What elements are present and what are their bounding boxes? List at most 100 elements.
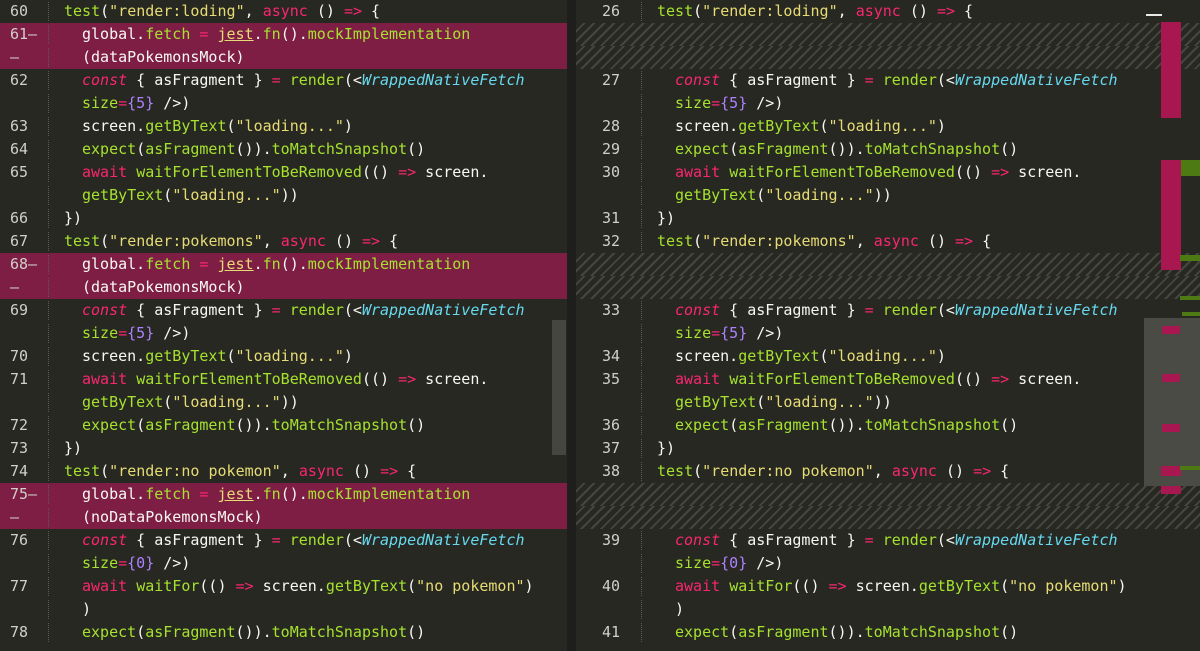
code-line[interactable]: size={5} />) [0,322,567,345]
keyword-token: = [118,324,128,342]
code-line[interactable]: 72 expect(asFragment()).toMatchSnapshot() [0,414,567,437]
code-line[interactable]: 77 await waitFor(() => screen.getByText("… [0,575,567,598]
code-line[interactable]: 74 test("render:no pokemon", async () => … [0,460,567,483]
function-token: getByText [325,577,408,595]
code-line[interactable]: size={0} />) [0,552,567,575]
code-text: screen.getByText("loading...") [82,345,353,368]
keyword-token: = [118,554,128,572]
code-line[interactable]: 60 test("render:loding", async () => { [0,0,567,23]
indent-guide [48,577,50,596]
plain-token: (() [954,163,992,181]
code-line[interactable]: 39 const { asFragment } = render(<Wrapped… [576,529,1200,552]
deleted-code-line[interactable]: — (noDataPokemonsMock) [0,506,567,529]
deleted-code-line[interactable]: 61— global.fetch = jest.fn().mockImplemen… [0,23,567,46]
plain-token: () [1000,416,1019,434]
empty-filler-line[interactable] [576,276,1200,299]
code-line[interactable]: 40 await waitFor(() => screen.getByText("… [576,575,1200,598]
code-line[interactable]: 62 const { asFragment } = render(<Wrapped… [0,69,567,92]
code-line[interactable]: getByText("loading...")) [576,184,1200,207]
code-line[interactable]: 35 await waitForElementToBeRemoved(() => … [576,368,1200,391]
diff-left-pane[interactable]: 60 test("render:loding", async () => {61—… [0,0,567,651]
function-token: mockImplementation [307,255,471,273]
code-line[interactable]: size={5} />) [576,322,1200,345]
empty-filler-line[interactable] [576,483,1200,506]
deleted-code-line[interactable]: — (dataPokemonsMock) [0,276,567,299]
code-line[interactable]: 36 expect(asFragment()).toMatchSnapshot() [576,414,1200,437]
keyword-token: => [398,370,417,388]
code-line[interactable]: 67 test("render:pokemons", async () => { [0,230,567,253]
diff-right-pane[interactable]: 26 test("render:loding", async () => { 27 c… [576,0,1200,651]
function-token: size [82,324,119,342]
indent-guide [641,163,643,182]
plain-token: ( [100,2,110,20]
code-line[interactable]: 71 await waitForElementToBeRemoved(() => … [0,368,567,391]
function-token: render [882,71,937,89]
code-line[interactable]: 29 expect(asFragment()).toMatchSnapshot() [576,138,1200,161]
empty-filler-line[interactable] [576,253,1200,276]
plain-token: ( [226,117,236,135]
line-number [602,552,642,575]
empty-filler-line[interactable] [576,23,1200,46]
code-text: await waitFor(() => screen.getByText("no… [675,575,1127,598]
left-scrollbar-thumb[interactable] [552,320,566,455]
code-line[interactable]: getByText("loading...")) [576,391,1200,414]
code-line[interactable]: 30 await waitForElementToBeRemoved(() => … [576,161,1200,184]
deleted-code-line[interactable]: 68— global.fetch = jest.fn().mockImplemen… [0,253,567,276]
deleted-code-line[interactable]: 75— global.fetch = jest.fn().mockImplemen… [0,483,567,506]
empty-filler-line[interactable] [576,506,1200,529]
indent-guide [48,324,50,343]
code-line[interactable]: 31}) [576,207,1200,230]
function-token: size [675,554,712,572]
code-line[interactable]: ) [576,598,1200,621]
code-line[interactable]: getByText("loading...")) [0,184,567,207]
code-line[interactable]: 63 screen.getByText("loading...") [0,115,567,138]
code-line[interactable]: 37}) [576,437,1200,460]
code-line[interactable]: size={5} />) [0,92,567,115]
plain-token: ( [729,140,739,158]
keyword-token: = [864,531,874,549]
plain-token: global. [82,255,146,273]
code-line[interactable]: 66}) [0,207,567,230]
keyword-token: => [398,163,417,181]
code-line[interactable]: 64 expect(asFragment()).toMatchSnapshot() [0,138,567,161]
line-number: 31 [602,209,621,227]
string-token: "render:no pokemon" [702,462,874,480]
function-token: asFragment [145,416,236,434]
code-line[interactable]: getByText("loading...")) [0,391,567,414]
code-line[interactable]: 69 const { asFragment } = render(<Wrapped… [0,299,567,322]
empty-filler-line[interactable] [576,46,1200,69]
code-line[interactable]: size={5} />) [576,92,1200,115]
code-text: global.fetch = jest.fn().mockImplementat… [82,253,470,276]
code-line[interactable]: 34 screen.getByText("loading...") [576,345,1200,368]
code-line[interactable]: 32 test("render:pokemons", async () => { [576,230,1200,253]
diff-minimap[interactable] [1144,0,1200,651]
indent-guide [48,531,50,550]
plain-token: () [307,2,344,20]
code-line[interactable]: 65 await waitForElementToBeRemoved(() => … [0,161,567,184]
function-token: waitFor [729,577,793,595]
code-line[interactable]: 28 screen.getByText("loading...") [576,115,1200,138]
code-line[interactable]: 70 screen.getByText("loading...") [0,345,567,368]
code-line[interactable]: ) [0,598,567,621]
code-line[interactable]: 78 expect(asFragment()).toMatchSnapshot() [0,621,567,644]
indent-guide [641,209,643,228]
line-number: 67 [10,232,29,250]
code-line[interactable]: 26 test("render:loding", async () => { [576,0,1200,23]
code-line[interactable]: size={0} />) [576,552,1200,575]
code-line[interactable]: 27 const { asFragment } = render(<Wrapped… [576,69,1200,92]
plain-token: }) [657,209,676,227]
code-line[interactable]: 73}) [0,437,567,460]
line-number: 41 [602,623,621,641]
keyword-token: => [380,462,399,480]
code-line[interactable]: 76 const { asFragment } = render(<Wrapped… [0,529,567,552]
plain-token: , [244,2,263,20]
pane-divider[interactable] [567,0,576,651]
code-line[interactable]: 33 const { asFragment } = render(<Wrapped… [576,299,1200,322]
keyword-token: const [82,531,128,549]
string-token: "loading..." [828,117,937,135]
code-line[interactable]: 38 test("render:no pokemon", async () => … [576,460,1200,483]
deleted-code-line[interactable]: — (dataPokemonsMock) [0,46,567,69]
code-line[interactable]: 41 expect(asFragment()).toMatchSnapshot() [576,621,1200,644]
